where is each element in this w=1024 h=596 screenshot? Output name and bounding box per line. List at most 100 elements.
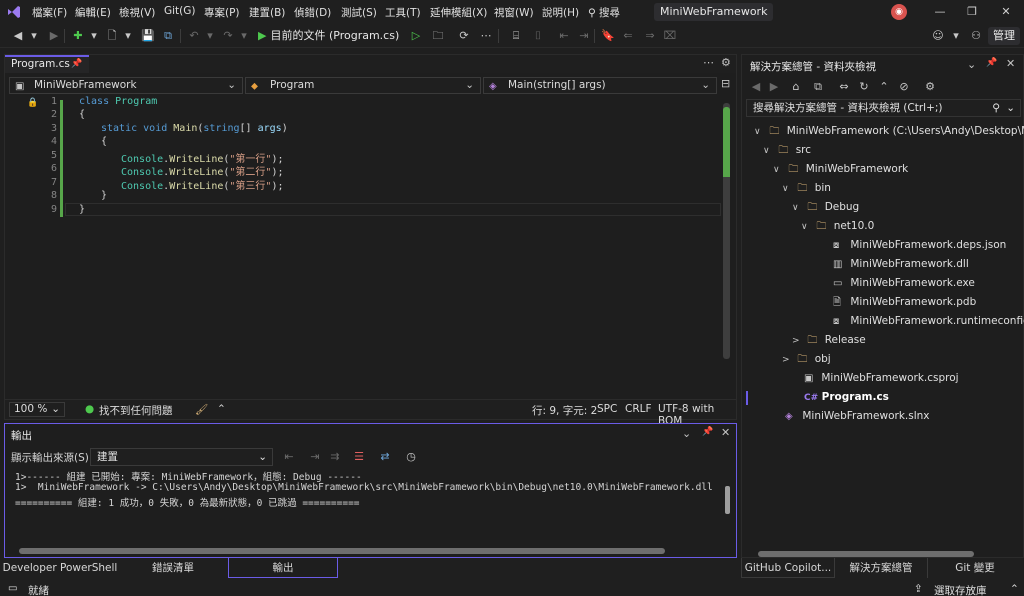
editor-vertical-scrollbar[interactable] bbox=[723, 103, 730, 359]
tab-git-changes[interactable]: Git 變更 bbox=[927, 558, 1022, 578]
chevron-down-icon[interactable]: ▾ bbox=[236, 28, 252, 44]
pin-icon[interactable]: 📌 bbox=[702, 427, 713, 437]
chevron-down-icon[interactable]: ⌄ bbox=[682, 427, 691, 440]
tree-item[interactable]: ∨ 🗀 src bbox=[763, 141, 811, 159]
next-bookmark-icon[interactable]: ⇒ bbox=[642, 28, 658, 44]
go-to-current-message-icon[interactable]: ⇉ bbox=[327, 449, 343, 465]
tree-item[interactable]: ∨ 🗀 MiniWebFramework bbox=[773, 160, 908, 178]
tab-developer-powershell[interactable]: Developer PowerShell bbox=[0, 558, 120, 578]
menu-edit[interactable]: 編輯(E) bbox=[75, 5, 111, 20]
tab-output[interactable]: 輸出 bbox=[228, 558, 338, 578]
copilot-icon[interactable]: ☺ bbox=[930, 28, 946, 44]
tree-item[interactable]: ∨ 🗀 Debug bbox=[792, 198, 859, 216]
solution-search-input[interactable]: 搜尋解決方案總管 - 資料夾檢視 (Ctrl+;) ⚲ ⌄ bbox=[746, 99, 1021, 117]
back-icon[interactable]: ◀ bbox=[748, 79, 764, 95]
chevron-down-icon[interactable]: ▾ bbox=[948, 28, 964, 44]
code-cleanup-icon[interactable]: 🖌 bbox=[195, 403, 208, 416]
manage-button[interactable]: 管理 bbox=[988, 27, 1020, 45]
cursor-position[interactable]: 行: 9, 字元: 2 bbox=[532, 403, 597, 418]
tree-item[interactable]: ▥ MiniWebFramework.dll bbox=[833, 255, 969, 273]
start-without-debugging-icon[interactable]: ▷ bbox=[408, 28, 424, 44]
clear-all-icon[interactable]: ☰ bbox=[351, 449, 367, 465]
live-share-icon[interactable]: ⚇ bbox=[968, 28, 984, 44]
previous-bookmark-icon[interactable]: ⇐ bbox=[620, 28, 636, 44]
select-repository[interactable]: 選取存放庫 bbox=[934, 583, 987, 596]
tree-item[interactable]: ⧇ MiniWebFramework.deps.json bbox=[833, 236, 1006, 254]
hot-reload-icon[interactable]: ⟳ bbox=[456, 28, 472, 44]
close-icon[interactable]: ✕ bbox=[721, 426, 730, 439]
menu-view[interactable]: 檢視(V) bbox=[119, 5, 155, 20]
issues-status[interactable]: 找不到任何問題 bbox=[99, 403, 173, 418]
close-window-icon[interactable]: ✕ bbox=[998, 4, 1014, 20]
tab-github-copilot[interactable]: GitHub Copilot... bbox=[741, 558, 835, 578]
tree-item[interactable]: > 🗀 obj bbox=[782, 350, 831, 368]
menu-test[interactable]: 測試(S) bbox=[341, 5, 377, 20]
zoom-dropdown[interactable]: 100 % ⌄ bbox=[9, 402, 65, 417]
menu-file[interactable]: 檔案(F) bbox=[32, 5, 67, 20]
tab-overflow-icon[interactable]: ⋯ bbox=[703, 56, 714, 69]
tab-error-list[interactable]: 錯誤清單 bbox=[120, 558, 226, 578]
tree-item[interactable]: ∨ 🗀 MiniWebFramework (C:\Users\Andy\Desk… bbox=[754, 122, 1024, 140]
tree-item[interactable]: ◈ MiniWebFramework.slnx bbox=[785, 407, 930, 425]
project-dropdown[interactable]: ▣ MiniWebFramework ⌄ bbox=[9, 77, 243, 94]
forward-icon[interactable]: ▶ bbox=[46, 28, 62, 44]
pin-icon[interactable]: 📌 bbox=[986, 58, 997, 68]
sync-with-document-icon[interactable]: ⇔ bbox=[836, 79, 852, 95]
menu-debug[interactable]: 偵錯(D) bbox=[294, 5, 331, 20]
show-all-files-icon[interactable]: ⊘ bbox=[896, 79, 912, 95]
save-icon[interactable]: 💾 bbox=[140, 28, 156, 44]
tab-solution-explorer[interactable]: 解決方案總管 bbox=[835, 558, 927, 578]
pin-icon[interactable]: 📌 bbox=[71, 57, 82, 72]
chevron-down-icon[interactable]: ▾ bbox=[120, 28, 136, 44]
collapse-all-icon[interactable]: ⌃ bbox=[876, 79, 892, 95]
tree-item[interactable]: ▭ MiniWebFramework.exe bbox=[833, 274, 975, 292]
chevron-up-icon[interactable]: ⌃ bbox=[1010, 583, 1019, 595]
tree-item[interactable]: > 🗀 Release bbox=[792, 331, 866, 349]
timestamp-icon[interactable]: ◷ bbox=[403, 449, 419, 465]
menu-project[interactable]: 專案(P) bbox=[204, 5, 240, 20]
tree-item[interactable]: C# Program.cs bbox=[804, 388, 889, 406]
redo-icon[interactable]: ↷ bbox=[220, 28, 236, 44]
tree-item[interactable]: ∨ 🗀 net10.0 bbox=[801, 217, 874, 235]
properties-icon[interactable]: ⚙ bbox=[922, 79, 938, 95]
output-source-dropdown[interactable]: 建置 ⌄ bbox=[90, 448, 273, 466]
browse-folder-icon[interactable]: 🗀 bbox=[430, 28, 446, 44]
menu-tools[interactable]: 工具(T) bbox=[385, 5, 421, 20]
go-to-next-message-icon[interactable]: ⇥ bbox=[307, 449, 323, 465]
chevron-down-icon[interactable]: ▾ bbox=[86, 28, 102, 44]
chevron-down-icon[interactable]: ⌄ bbox=[967, 58, 976, 71]
search-menu[interactable]: ⚲ 搜尋 bbox=[588, 5, 620, 20]
source-control-icon[interactable]: ⇪ bbox=[914, 583, 923, 595]
back-icon[interactable]: ◀ bbox=[10, 28, 26, 44]
close-icon[interactable]: ✕ bbox=[1006, 57, 1015, 70]
menu-git[interactable]: Git(G) bbox=[164, 5, 196, 17]
new-file-icon[interactable]: 🗋 bbox=[104, 28, 120, 44]
output-horizontal-scrollbar[interactable] bbox=[19, 548, 665, 554]
forward-icon[interactable]: ▶ bbox=[766, 79, 782, 95]
chevron-down-icon[interactable]: ▾ bbox=[202, 28, 218, 44]
menu-extensions[interactable]: 延伸模組(X) bbox=[430, 5, 487, 20]
more-icon[interactable]: ⋯ bbox=[478, 28, 494, 44]
indent-icon[interactable]: ⇥ bbox=[576, 28, 592, 44]
chevron-up-icon[interactable]: ⌃ bbox=[217, 403, 226, 415]
clear-bookmarks-icon[interactable]: ⌧ bbox=[662, 28, 678, 44]
menu-window[interactable]: 視窗(W) bbox=[494, 5, 534, 20]
menu-help[interactable]: 說明(H) bbox=[542, 5, 579, 20]
toggle-word-wrap-icon[interactable]: ⇄ bbox=[377, 449, 393, 465]
gear-icon[interactable]: ⚙ bbox=[721, 56, 731, 69]
member-dropdown[interactable]: ◈ Main(string[] args) ⌄ bbox=[483, 77, 717, 94]
minimize-icon[interactable]: — bbox=[932, 4, 948, 20]
switch-views-icon[interactable]: ⧉ bbox=[810, 79, 826, 95]
solution-horizontal-scrollbar[interactable] bbox=[758, 551, 974, 557]
tree-item[interactable]: ⧇ MiniWebFramework.runtimeconfig.jso bbox=[833, 312, 1024, 330]
outdent-icon[interactable]: ⇤ bbox=[556, 28, 572, 44]
split-editor-icon[interactable]: ⊟ bbox=[721, 77, 730, 90]
menu-build[interactable]: 建置(B) bbox=[249, 5, 285, 20]
class-dropdown[interactable]: ⬥ Program ⌄ bbox=[245, 77, 481, 94]
output-vertical-scrollbar[interactable] bbox=[725, 486, 730, 514]
go-to-previous-message-icon[interactable]: ⇤ bbox=[281, 449, 297, 465]
tree-item[interactable]: 🗎 MiniWebFramework.pdb bbox=[833, 293, 976, 311]
bookmark-icon[interactable]: 🔖 bbox=[600, 28, 616, 44]
tree-item[interactable]: ▣ MiniWebFramework.csproj bbox=[804, 369, 959, 387]
home-icon[interactable]: ⌂ bbox=[788, 79, 804, 95]
